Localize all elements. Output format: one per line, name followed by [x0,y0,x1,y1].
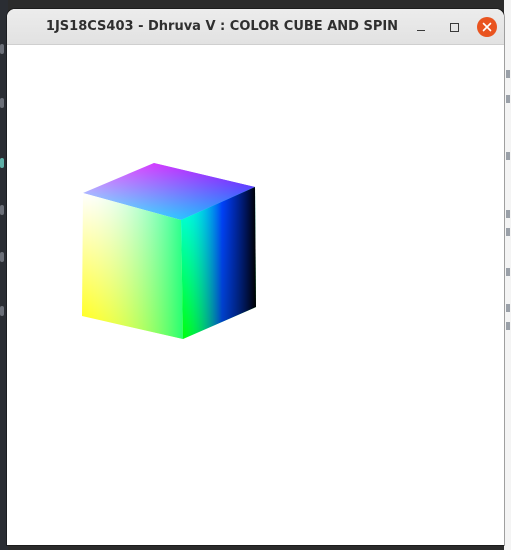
background-mark [506,322,510,330]
minimize-icon [417,29,425,31]
opengl-canvas[interactable] [7,45,504,545]
background-mark [0,98,4,108]
maximize-button[interactable] [444,17,464,37]
color-cube-svg [82,163,256,339]
background-mark [0,44,4,54]
background-page-strip [504,0,511,550]
close-button[interactable] [477,17,497,37]
close-icon [477,17,497,37]
background-mark [506,95,510,103]
background-mark [506,228,510,236]
maximize-icon [449,22,459,32]
background-mark [0,252,4,262]
background-mark [0,205,4,215]
window-titlebar[interactable]: 1JS18CS403 - Dhruva V : COLOR CUBE AND S… [7,9,504,45]
minimize-button[interactable] [411,17,431,37]
window-title: 1JS18CS403 - Dhruva V : COLOR CUBE AND S… [45,19,399,34]
background-mark [0,158,4,168]
background-mark [506,210,510,218]
background-mark [506,152,510,160]
background-mark [506,70,510,78]
background-mark [506,268,510,276]
background-mark [0,306,4,316]
background-mark [506,304,510,312]
app-window: 1JS18CS403 - Dhruva V : COLOR CUBE AND S… [7,9,504,545]
